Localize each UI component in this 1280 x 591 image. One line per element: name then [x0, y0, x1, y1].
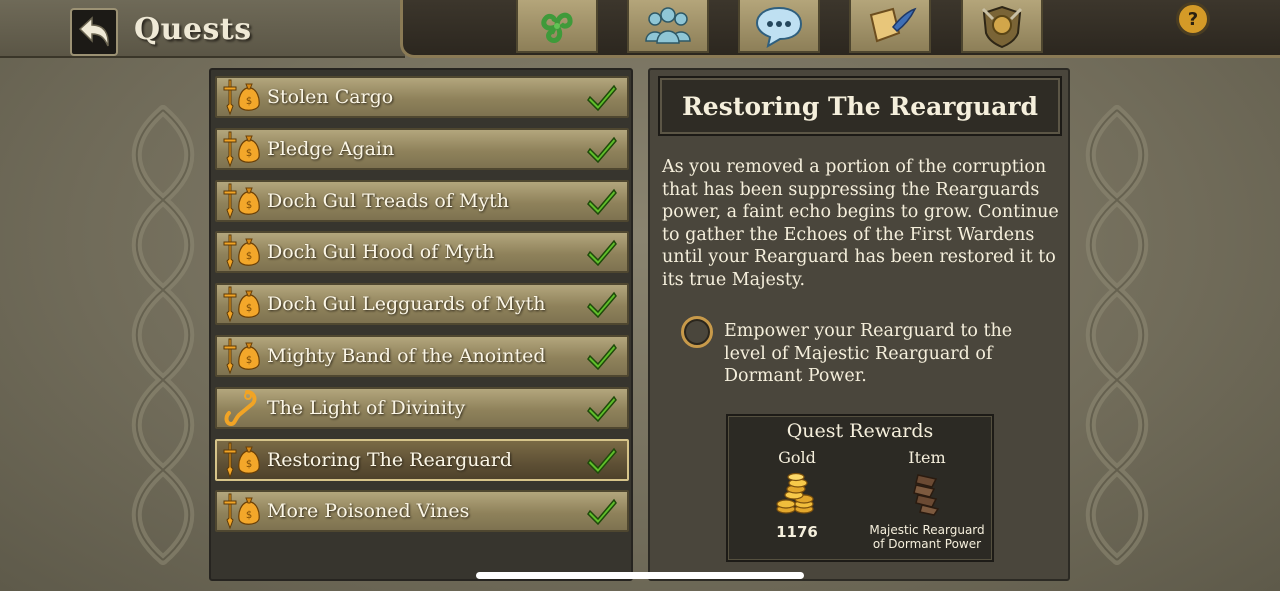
celtic-knot-right-decoration: [1085, 105, 1149, 565]
sword-bag-icon: $: [217, 130, 267, 168]
sword-bag-icon: $: [217, 233, 267, 271]
quest-detail-panel: Restoring The Rearguard As you removed a…: [648, 68, 1070, 581]
quest-rewards-title: Quest Rewards: [786, 420, 934, 442]
quest-detail-title: Restoring The Rearguard: [682, 91, 1038, 121]
quest-row[interactable]: $ Doch Gul Treads of Myth: [215, 179, 629, 222]
item-name: Majestic Rearguard of Dormant Power: [869, 523, 985, 551]
quest-row[interactable]: $ Doch Gul Hood of Myth: [215, 231, 629, 274]
svg-text:$: $: [246, 303, 252, 314]
quest-row[interactable]: $ Restoring The Rearguard: [215, 438, 629, 481]
crest-shield-icon: [981, 5, 1023, 48]
quest-label: Mighty Band of the Anointed: [267, 345, 546, 367]
quest-label: More Poisoned Vines: [267, 500, 470, 523]
tab-guild[interactable]: [961, 0, 1043, 53]
svg-text:$: $: [246, 355, 252, 366]
checkmark-icon: [587, 289, 617, 319]
checkmark-icon: [587, 82, 617, 112]
sword-bag-icon: $: [217, 441, 267, 479]
checkmark-icon: [587, 341, 617, 371]
quest-row[interactable]: $ Pledge Again: [215, 127, 629, 170]
back-button[interactable]: [70, 8, 118, 56]
quest-row[interactable]: The Light of Divinity: [215, 386, 629, 429]
quest-label: The Light of Divinity: [267, 396, 466, 419]
quest-label: Stolen Cargo: [267, 86, 394, 108]
quest-row[interactable]: $ More Poisoned Vines: [215, 490, 629, 533]
home-indicator[interactable]: [476, 572, 804, 579]
quest-description: As you removed a portion of the corrupti…: [662, 157, 1059, 290]
quest-row[interactable]: $ Stolen Cargo: [215, 76, 629, 118]
tab-journal[interactable]: [849, 0, 931, 53]
gold-label: Gold: [778, 448, 816, 467]
sword-bag-icon: $: [217, 182, 267, 220]
svg-text:$: $: [246, 510, 252, 521]
svg-text:$: $: [246, 251, 252, 262]
checkmark-icon: [587, 134, 617, 164]
checkmark-icon: [587, 237, 617, 267]
hook-icon: [217, 389, 267, 427]
help-icon: ?: [1187, 8, 1199, 30]
checkmark-icon: [587, 496, 617, 526]
checkmark-icon: [587, 393, 617, 423]
sword-bag-icon: $: [217, 492, 267, 530]
quest-rewards-box: Quest Rewards Gold 1176 Item Majestic Re…: [726, 414, 994, 562]
fellowship-icon: [645, 6, 691, 44]
quest-row[interactable]: $ Mighty Band of the Anointed: [215, 335, 629, 377]
gold-coins-icon: [776, 472, 814, 514]
celtic-knot-left-decoration: [131, 105, 195, 565]
quest-label: Restoring The Rearguard: [267, 448, 513, 471]
page-title: Quests: [134, 12, 252, 47]
item-label: Item: [908, 448, 946, 467]
gold-reward: Gold 1176: [732, 448, 862, 541]
svg-text:$: $: [246, 459, 252, 470]
tab-chat[interactable]: [738, 0, 820, 53]
sword-bag-icon: $: [217, 285, 267, 323]
tab-fellowship[interactable]: [627, 0, 709, 53]
quest-objective: Empower your Rearguard to the level of M…: [724, 321, 1013, 386]
rearguard-item-icon: [913, 474, 940, 516]
checkmark-icon: [587, 186, 617, 216]
scroll-quill-icon: [869, 7, 917, 42]
quest-list-panel: $ Stolen Cargo $ Pledge Again $ Doch Gul Trea…: [209, 68, 633, 581]
objective-status-icon: [681, 316, 713, 348]
svg-text:$: $: [246, 148, 252, 159]
svg-text:$: $: [246, 200, 252, 211]
tab-skills[interactable]: [516, 0, 598, 53]
chat-icon: [755, 6, 803, 48]
quest-detail-header: Restoring The Rearguard: [658, 76, 1062, 136]
quest-label: Pledge Again: [267, 137, 395, 160]
back-arrow-icon: [78, 16, 109, 47]
quest-label: Doch Gul Hood of Myth: [267, 241, 495, 264]
sword-bag-icon: $: [217, 78, 267, 116]
triskelion-icon: [541, 12, 573, 43]
svg-text:$: $: [246, 96, 252, 107]
sword-bag-icon: $: [217, 337, 267, 375]
help-button[interactable]: ?: [1176, 2, 1210, 36]
gold-amount: 1176: [776, 523, 818, 541]
quest-row[interactable]: $ Doch Gul Legguards of Myth: [215, 283, 629, 326]
checkmark-icon: [587, 445, 617, 475]
quest-label: Doch Gul Treads of Myth: [267, 189, 509, 212]
quest-label: Doch Gul Legguards of Myth: [267, 293, 546, 316]
item-reward[interactable]: Item Majestic Rearguard of Dormant Power: [862, 448, 992, 551]
